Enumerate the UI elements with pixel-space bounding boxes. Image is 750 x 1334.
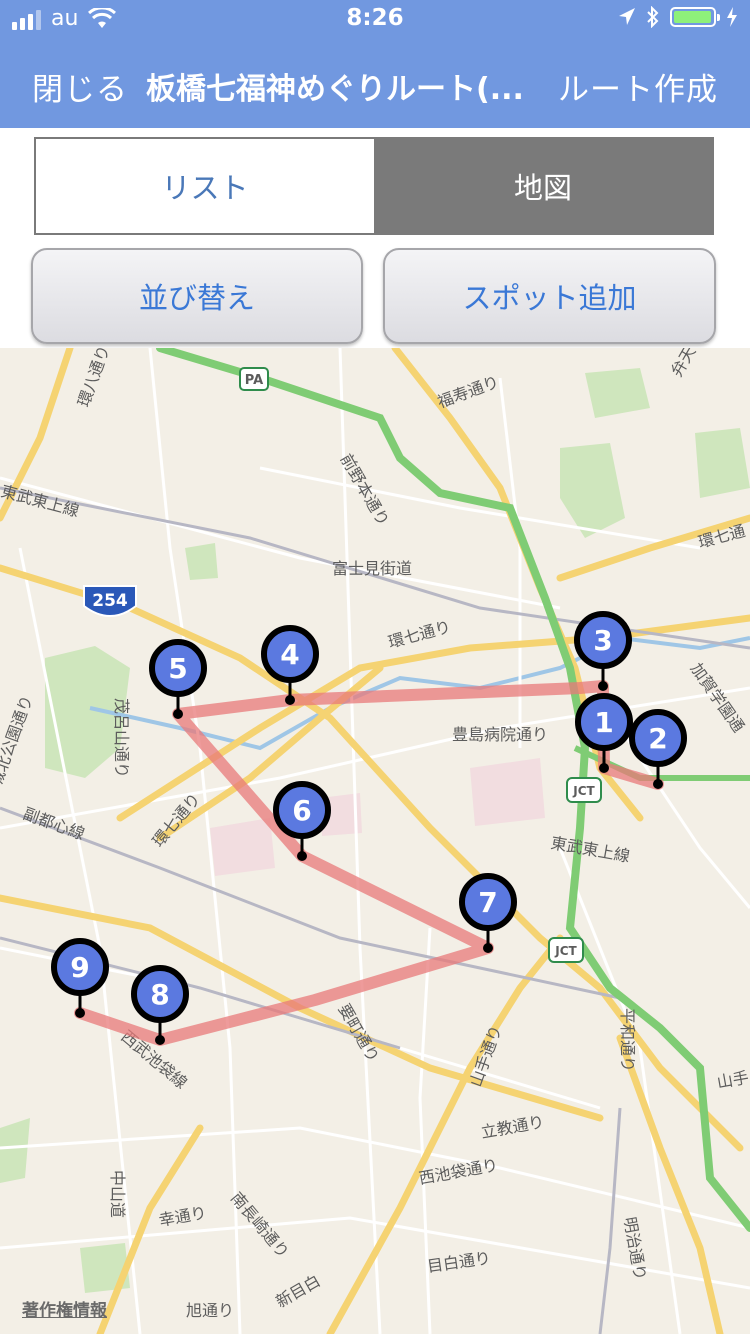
- location-arrow-icon: [619, 8, 635, 25]
- copyright-link[interactable]: 著作権情報: [22, 1296, 107, 1321]
- street-label: 環七通: [696, 521, 747, 552]
- street-label: 山手: [715, 1068, 750, 1092]
- park-area: [0, 1118, 30, 1183]
- create-route-button[interactable]: ルート作成: [558, 64, 718, 109]
- street-label: 環七通り: [386, 617, 453, 652]
- street-label: 弁天: [667, 348, 699, 380]
- jct-shield-text: JCT: [554, 944, 577, 958]
- jct-shield-text: JCT: [572, 784, 595, 798]
- map-pin-3[interactable]: 3: [574, 611, 632, 691]
- jct-shield: JCT: [566, 777, 602, 803]
- route-map[interactable]: PA 254 JCT JCT 環八通り 福寿通り 弁天 前野本通り 東武東上線: [0, 348, 750, 1334]
- street-label: 城北公園通り: [0, 693, 37, 790]
- street-label: 環八通り: [74, 348, 114, 409]
- map-pin-9[interactable]: 9: [51, 938, 109, 1018]
- street-label: 目白通り: [426, 1248, 492, 1276]
- street-label: 福寿通り: [435, 372, 502, 412]
- app-screen: au 8:26 閉じる 板橋七福神めぐりルート(... ルート作成 リスト 地図…: [0, 0, 750, 1334]
- park-area: [585, 368, 650, 418]
- map-pin-number: 9: [70, 951, 89, 984]
- street-label: 中山道: [108, 1170, 127, 1218]
- map-pin-number: 7: [478, 886, 497, 919]
- route-254-shield: 254: [83, 585, 137, 617]
- map-canvas[interactable]: PA 254 JCT JCT 環八通り 福寿通り 弁天 前野本通り 東武東上線: [0, 348, 750, 1334]
- add-spot-button[interactable]: スポット追加: [383, 248, 716, 344]
- bluetooth-icon: [647, 6, 659, 28]
- street-label: 旭通り: [186, 1301, 234, 1320]
- jct-shield: JCT: [548, 937, 584, 963]
- street-label: 東武東上線: [549, 833, 631, 866]
- street-label: 茂呂山通り: [112, 698, 131, 778]
- park-area: [560, 443, 625, 538]
- map-pin-number: 4: [280, 638, 299, 671]
- street-label: 富士見街道: [332, 559, 412, 578]
- park-area: [185, 543, 218, 580]
- tab-map[interactable]: 地図: [374, 139, 712, 233]
- street-label: 新目白: [273, 1271, 324, 1311]
- view-segmented-control: リスト 地図: [34, 137, 714, 235]
- map-pin-6[interactable]: 6: [273, 781, 331, 861]
- hospital-area: [470, 758, 545, 826]
- map-pin-number: 6: [292, 794, 311, 827]
- park-area: [695, 428, 750, 498]
- route-254-text: 254: [92, 591, 128, 611]
- status-right: [618, 6, 738, 28]
- map-pin-number: 2: [648, 722, 667, 755]
- status-bar: au 8:26: [0, 0, 750, 40]
- battery-icon: [670, 7, 720, 27]
- charging-bolt-icon: [727, 7, 737, 27]
- pa-shield-text: PA: [245, 373, 263, 388]
- map-pin-number: 8: [150, 978, 169, 1011]
- sort-button[interactable]: 並び替え: [31, 248, 363, 344]
- facility-area: [210, 818, 275, 876]
- street-label: 明治通り: [620, 1215, 650, 1281]
- page-title: 板橋七福神めぐりルート(...: [146, 72, 524, 107]
- street-label: 副都心線: [21, 804, 88, 844]
- street-label: 平和通り: [618, 1008, 637, 1072]
- close-button[interactable]: 閉じる: [32, 64, 128, 109]
- map-pin-number: 5: [168, 652, 187, 685]
- tab-list[interactable]: リスト: [36, 139, 374, 233]
- map-pin-number: 3: [593, 624, 612, 657]
- street-label: 立教通り: [479, 1112, 545, 1142]
- map-pin-number: 1: [594, 706, 613, 739]
- street-label: 豊島病院通り: [452, 725, 548, 744]
- street-label: 要町通り: [335, 1001, 383, 1066]
- pa-shield: PA: [239, 367, 269, 391]
- navigation-bar: 閉じる 板橋七福神めぐりルート(... ルート作成: [0, 40, 750, 128]
- street-labels: 環八通り 福寿通り 弁天 前野本通り 東武東上線 富士見街道 環七通り 環七通 …: [0, 348, 750, 1320]
- street-label: 幸通り: [157, 1203, 208, 1230]
